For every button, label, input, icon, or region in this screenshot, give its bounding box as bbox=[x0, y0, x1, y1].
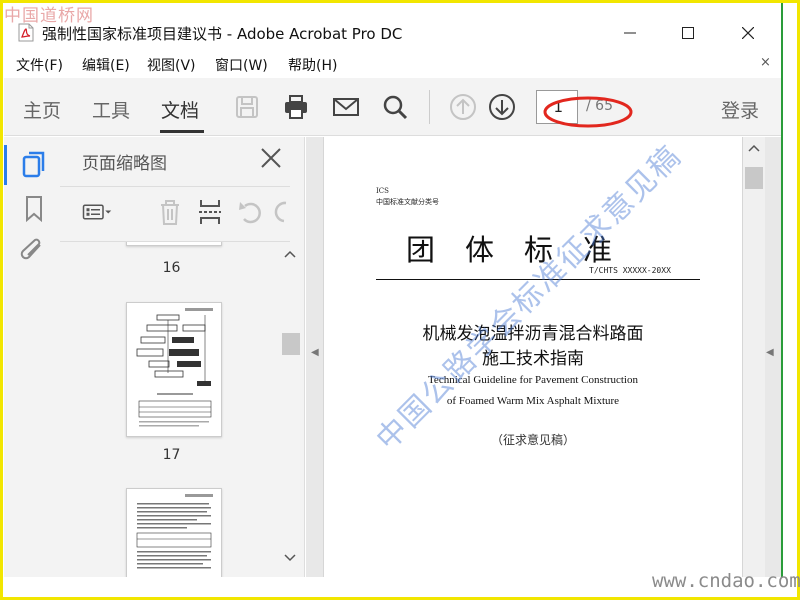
attachment-icon[interactable] bbox=[20, 237, 48, 267]
print-icon[interactable] bbox=[282, 93, 310, 121]
email-icon[interactable] bbox=[332, 93, 360, 121]
rotate-left-icon[interactable] bbox=[236, 197, 266, 227]
delete-page-icon[interactable] bbox=[155, 197, 185, 227]
menu-edit[interactable]: 编辑(E) bbox=[82, 55, 130, 75]
panel-title: 页面缩略图 bbox=[82, 154, 167, 174]
menu-view[interactable]: 视图(V) bbox=[147, 55, 196, 75]
extract-page-icon[interactable] bbox=[195, 197, 225, 227]
scrollbar-thumb[interactable] bbox=[282, 333, 300, 355]
page-down-icon[interactable] bbox=[488, 93, 516, 121]
document-page: ICS 中国标准文献分类号 团体标准 T/CHTS XXXXX-20XX 机械发… bbox=[323, 137, 743, 577]
thumbnail-page-15[interactable] bbox=[126, 242, 222, 246]
close-document-button[interactable]: × bbox=[760, 55, 771, 70]
tab-document[interactable]: 文档 bbox=[161, 96, 199, 123]
save-icon[interactable] bbox=[233, 93, 261, 121]
flowchart-thumbnail bbox=[136, 308, 213, 427]
doc-ics: ICS bbox=[376, 187, 389, 195]
scrollbar-thumb[interactable] bbox=[745, 167, 763, 189]
collapse-right-icon[interactable]: ◀ bbox=[766, 347, 774, 358]
maximize-button[interactable] bbox=[665, 18, 711, 48]
active-tab-indicator bbox=[160, 130, 204, 133]
window-title: 强制性国家标准项目建议书 - Adobe Acrobat Pro DC bbox=[42, 25, 403, 43]
menu-help[interactable]: 帮助(H) bbox=[288, 55, 337, 75]
page-number-label: 16 bbox=[162, 260, 181, 276]
minimize-icon bbox=[624, 32, 636, 34]
thumbnail-list: 16 17 bbox=[60, 242, 287, 577]
title-bar: 强制性国家标准项目建议书 - Adobe Acrobat Pro DC bbox=[4, 14, 783, 52]
doc-en-title-line1: Technical Guideline for Pavement Constru… bbox=[427, 374, 638, 386]
toolbar: 主页 工具 文档 1 / 65 登录 bbox=[4, 78, 783, 136]
collapse-left-icon[interactable]: ◀ bbox=[311, 347, 319, 358]
panel-divider bbox=[60, 186, 290, 187]
rotate-right-icon[interactable] bbox=[272, 197, 290, 227]
thumbnail-options-icon[interactable] bbox=[82, 197, 112, 227]
menu-window[interactable]: 窗口(W) bbox=[215, 55, 268, 75]
doc-cn-title-line2: 施工技术指南 bbox=[482, 349, 584, 369]
doc-standard-code: T/CHTS XXXXX-20XX bbox=[589, 266, 671, 275]
document-area: ◀ ICS 中国标准文献分类号 团体标准 T/CHTS XXXXX-20XX 机… bbox=[306, 137, 783, 577]
scroll-up-icon[interactable] bbox=[283, 249, 297, 259]
page-up-icon[interactable] bbox=[449, 93, 477, 121]
menu-bar: 文件(F) 编辑(E) 视图(V) 窗口(W) 帮助(H) × bbox=[4, 53, 783, 77]
close-icon bbox=[742, 27, 754, 39]
minimize-button[interactable] bbox=[607, 18, 653, 48]
thumbnail-scrollbar[interactable] bbox=[279, 245, 301, 575]
site-watermark: 中国道桥网 bbox=[4, 6, 94, 26]
doc-cn-title-line1: 机械发泡温拌沥青混合料路面 bbox=[422, 324, 644, 344]
page-number-label: 17 bbox=[162, 447, 181, 463]
thumbnails-panel: 页面缩略图 16 17 bbox=[60, 137, 305, 577]
close-window-button[interactable] bbox=[725, 18, 771, 48]
left-navigation-rail bbox=[4, 137, 60, 577]
annotation-ellipse bbox=[543, 96, 633, 128]
toolbar-separator bbox=[429, 90, 430, 124]
tab-tools[interactable]: 工具 bbox=[92, 96, 130, 123]
menu-file[interactable]: 文件(F) bbox=[16, 55, 63, 75]
rail-active-indicator bbox=[4, 145, 7, 185]
search-icon[interactable] bbox=[381, 93, 409, 121]
maximize-icon bbox=[682, 27, 694, 39]
doc-watermark: 中国公路学会标准征求意见稿 bbox=[369, 138, 689, 458]
page-thumbnails-icon[interactable] bbox=[21, 151, 47, 179]
doc-classification: 中国标准文献分类号 bbox=[376, 198, 439, 206]
close-panel-icon[interactable] bbox=[260, 147, 282, 169]
thumbnail-page-18[interactable] bbox=[126, 488, 222, 577]
bookmark-icon[interactable] bbox=[24, 195, 44, 223]
document-scrollbar[interactable] bbox=[743, 137, 765, 577]
tab-home[interactable]: 主页 bbox=[23, 96, 61, 123]
scroll-down-icon[interactable] bbox=[283, 553, 297, 563]
site-watermark-bottom: www.cndao.com bbox=[652, 570, 800, 592]
text-page-thumbnail bbox=[136, 494, 213, 569]
thumbnail-page-16[interactable] bbox=[126, 302, 222, 437]
signin-button[interactable]: 登录 bbox=[721, 96, 759, 123]
scroll-up-icon[interactable] bbox=[747, 143, 761, 153]
